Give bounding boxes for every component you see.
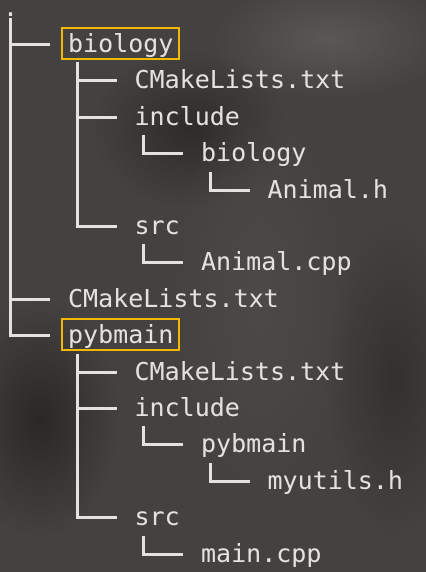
tree-connector-line [9,334,50,338]
tree-connector-line [142,261,183,265]
item-label: include [134,101,240,131]
tree-item[interactable]: CMakeLists.txt [68,281,279,317]
item-label: pybmain [201,429,307,459]
tree-connector-line [208,188,250,192]
item-label: biology [201,138,307,168]
item-label: Animal.h [267,174,388,204]
tree-item[interactable]: src [135,208,180,244]
tree-connector-line [9,297,50,301]
highlighted-label: biology [60,27,181,60]
tree-connector-line [9,62,12,100]
tree-connector-line [9,98,12,137]
item-label: src [134,502,180,532]
highlighted-label: pybmain [60,318,181,352]
tree-item[interactable]: CMakeLists.txt [135,354,346,390]
tree-item[interactable]: Animal.cpp [201,244,352,280]
tree-connector-line [75,225,117,228]
tree-connector-line [75,426,79,464]
item-label: CMakeLists.txt [134,356,346,386]
tree-item[interactable]: pybmain [60,317,181,353]
tree-item[interactable]: include [135,390,240,426]
tree-connector-line [208,479,250,483]
tree-item[interactable]: myutils.h [268,463,403,499]
tree-connector-line [142,552,183,556]
tree-connector-line [9,18,12,64]
item-label: myutils.h [267,465,403,495]
tree-connector-line [75,135,79,173]
tree-connector-line [75,79,117,83]
tree-connector-line [75,516,117,520]
tree-connector-line [9,208,12,246]
item-label: main.cpp [201,538,322,568]
tree-connector-line [9,171,12,209]
tree-item[interactable]: pybmain [201,426,306,462]
tree-connector-line [75,171,79,209]
item-label: Animal.cpp [201,247,352,277]
tree-connector-line [75,407,117,410]
tree-connector-line [75,462,79,501]
tree-item[interactable]: src [135,499,180,535]
tree-connector-line [75,115,117,119]
tree-item[interactable]: CMakeLists.txt [135,62,346,98]
tree-connector-line [9,43,50,46]
tree-connector-line [75,370,117,374]
item-label: src [134,211,180,240]
item-label: CMakeLists.txt [134,65,346,95]
item-label: CMakeLists.txt [68,283,279,313]
tree-item[interactable]: biology [201,135,306,171]
tree-connector-line [142,443,183,447]
tree-connector-line [142,152,183,156]
tree-item[interactable]: main.cpp [201,536,321,572]
tree-item[interactable]: include [135,99,240,135]
item-label: include [134,393,240,422]
tree-item[interactable]: Animal.h [268,172,388,208]
tree-item[interactable]: biology [60,26,181,62]
tree-connector-line [9,244,12,282]
tree-connector-line [9,135,12,173]
